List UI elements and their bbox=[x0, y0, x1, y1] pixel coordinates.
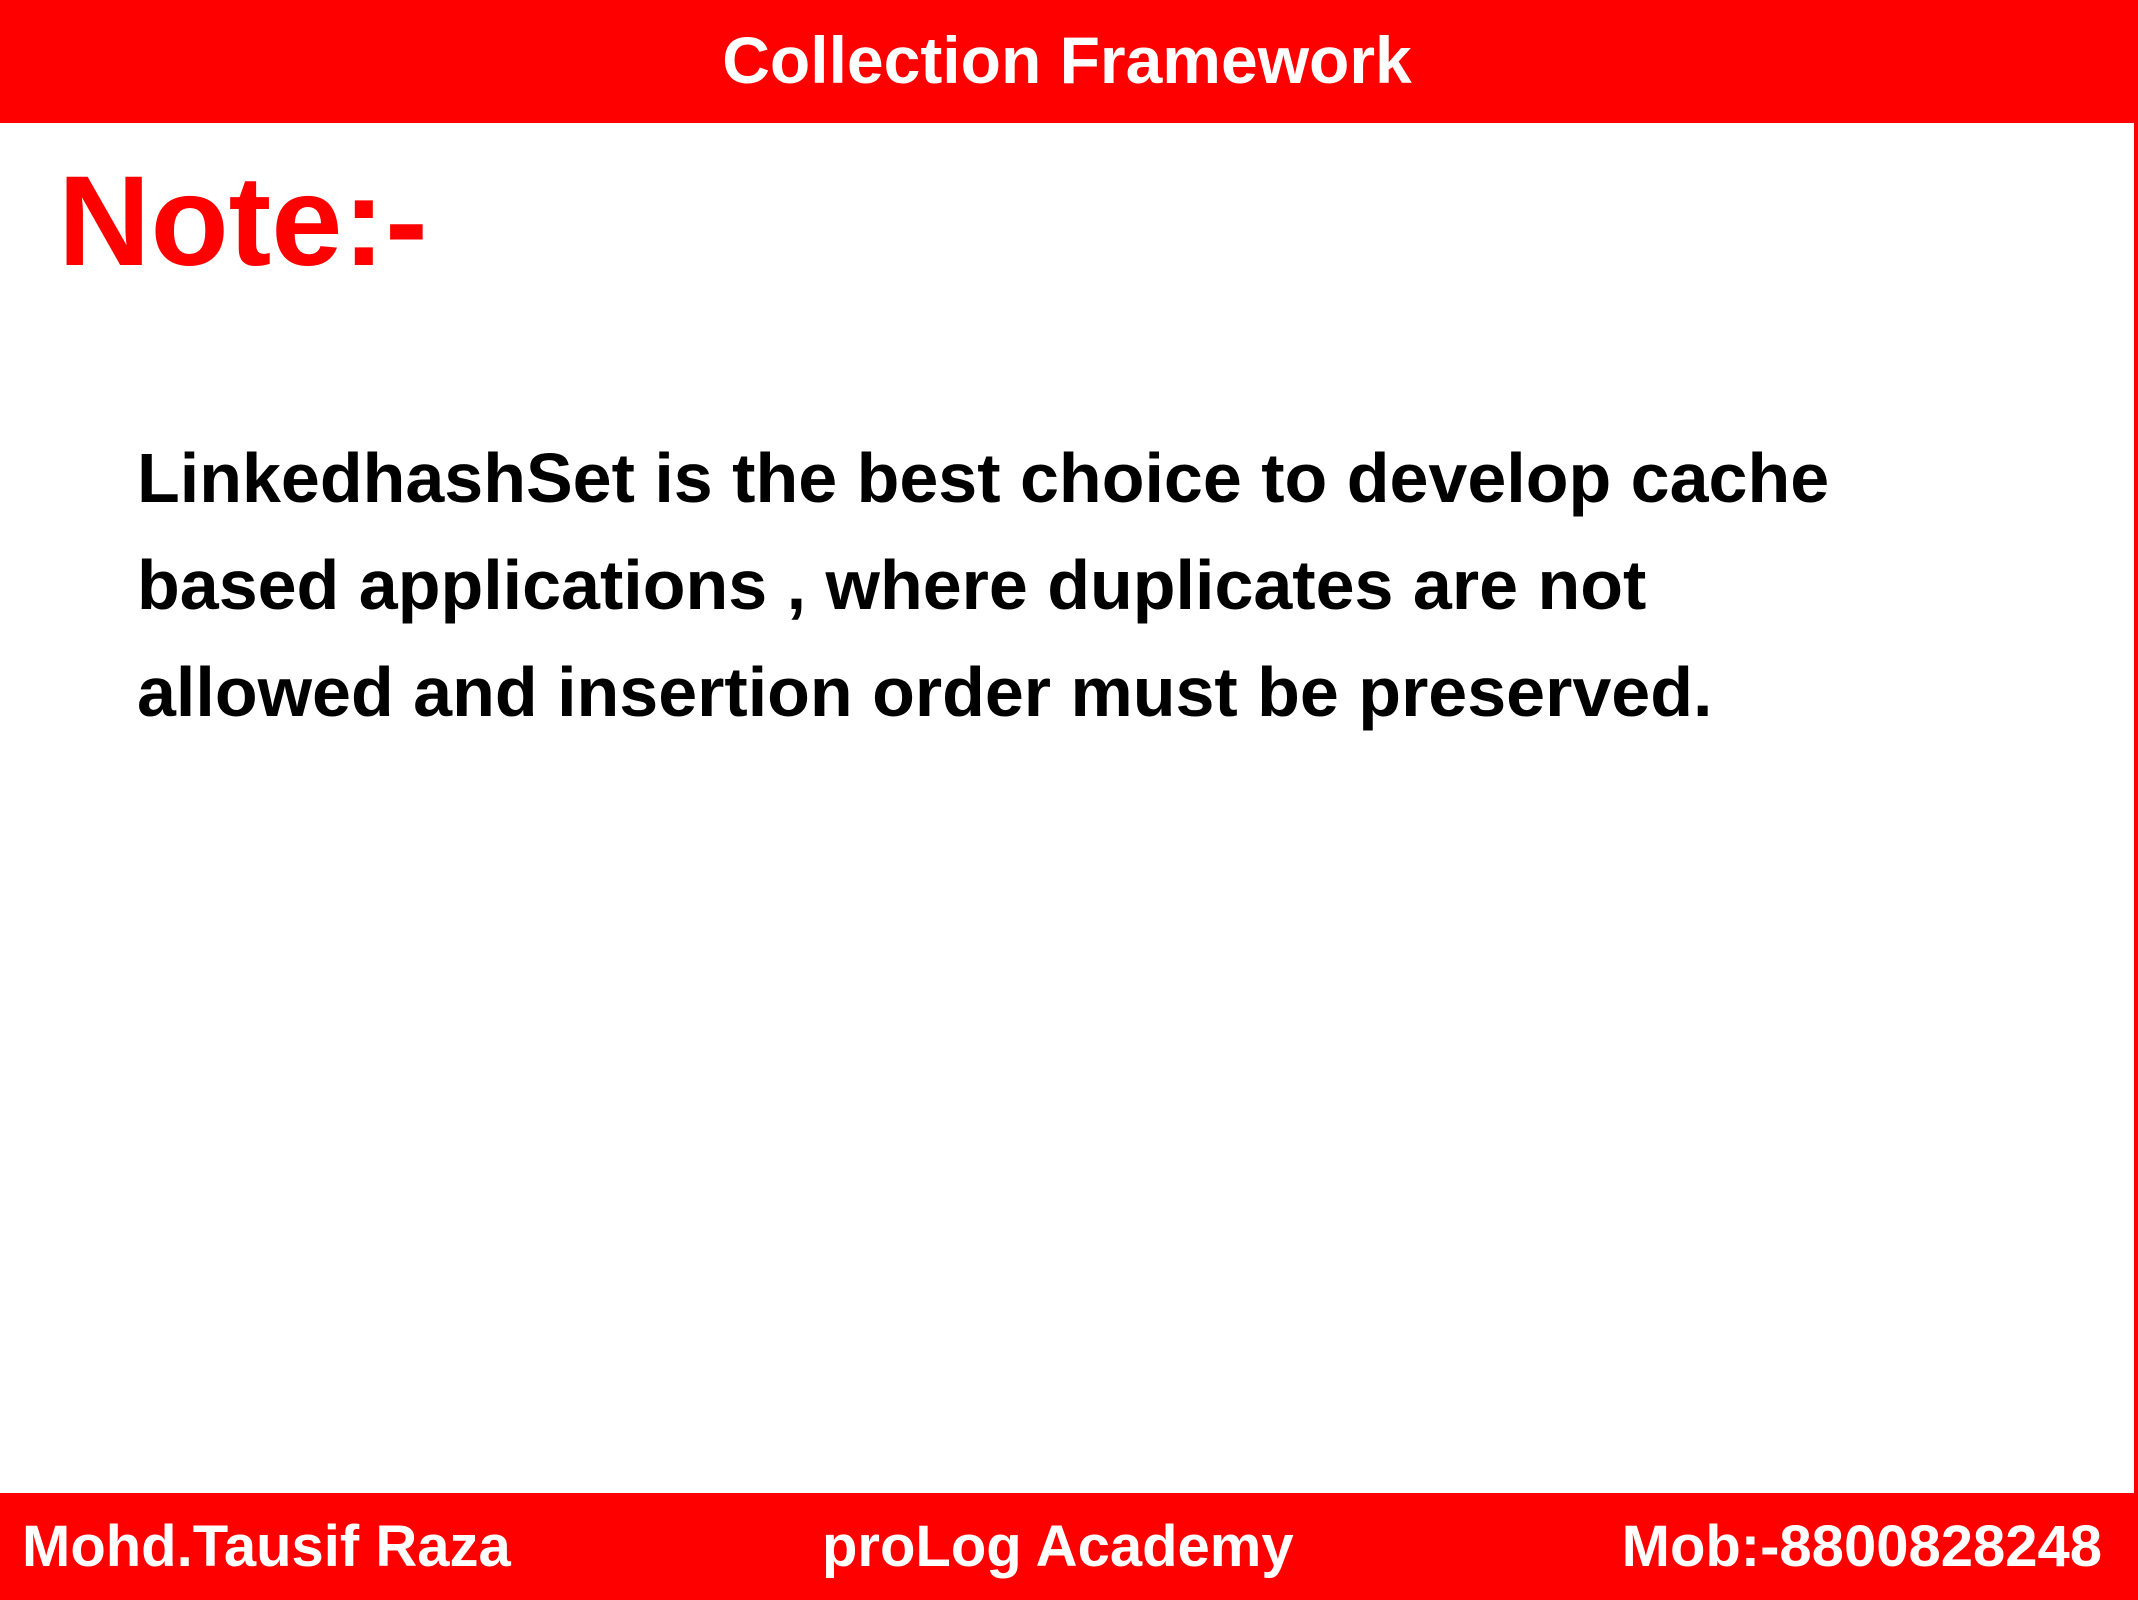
footer-bar: Mohd.Tausif Raza proLog Academy Mob:-880… bbox=[0, 1493, 2134, 1600]
right-edge-stripe bbox=[2134, 0, 2138, 1600]
note-body-line-3: allowed and insertion order must be pres… bbox=[137, 653, 1713, 731]
note-body: LinkedhashSet is the best choice to deve… bbox=[137, 425, 2077, 746]
header-title: Collection Framework bbox=[722, 22, 1412, 97]
footer-contact: Mob:-8800828248 bbox=[1621, 1513, 2102, 1579]
header-bar: Collection Framework bbox=[0, 0, 2134, 123]
footer-author: Mohd.Tausif Raza bbox=[22, 1513, 511, 1579]
note-body-line-1: LinkedhashSet is the best choice to deve… bbox=[137, 439, 1830, 517]
slide: Collection Framework Note:- LinkedhashSe… bbox=[0, 0, 2138, 1600]
footer-academy: proLog Academy bbox=[822, 1513, 1294, 1579]
note-heading: Note:- bbox=[58, 150, 428, 293]
note-body-line-2: based applications , where duplicates ar… bbox=[137, 546, 1647, 624]
